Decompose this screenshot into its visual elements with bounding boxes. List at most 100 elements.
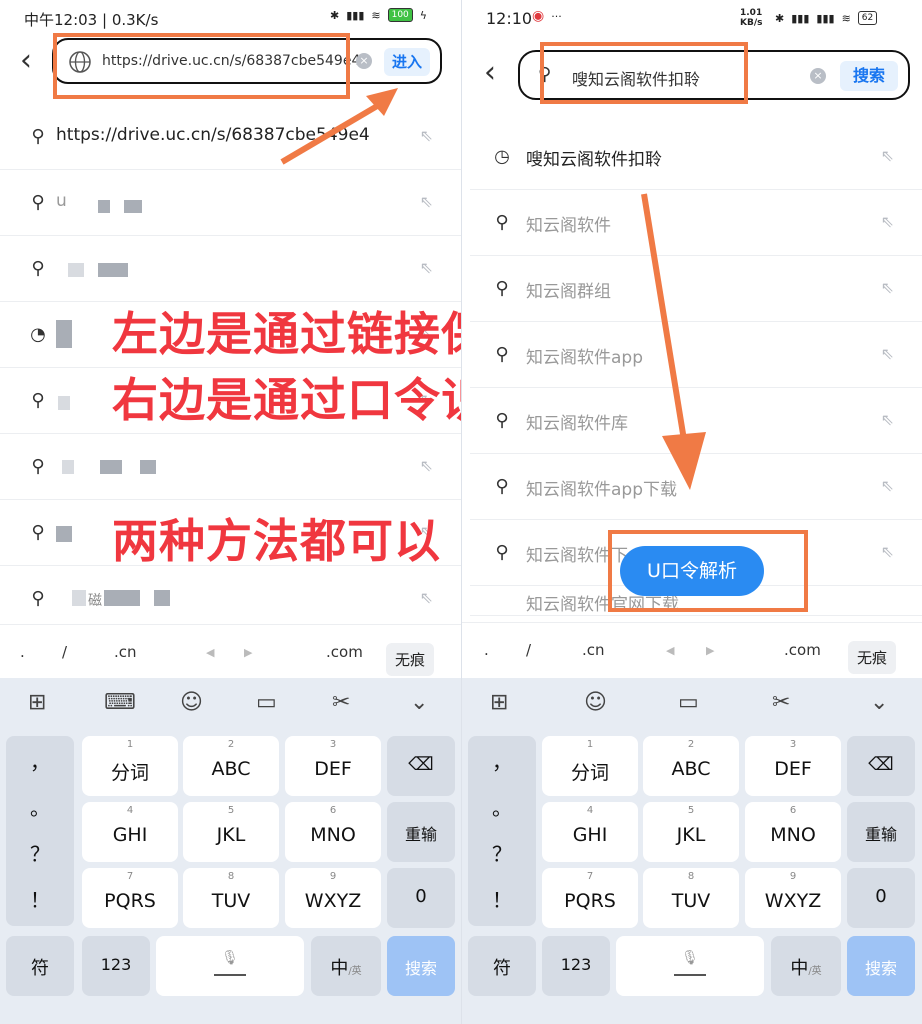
language-key[interactable]: 中/英 [311,936,381,996]
key-1[interactable]: 1 分词 [82,736,178,796]
key-2[interactable]: 2 ABC [183,736,279,796]
num-mode-key[interactable]: 123 [542,936,610,996]
punctuation-column[interactable]: ， 。 ？ ！ [6,736,74,926]
pointer-arrow-right [641,193,706,490]
key-num: 1 [126,739,134,750]
apps-grid-icon[interactable]: ⊞ [28,690,46,715]
arrow-head [662,432,706,490]
collapse-icon[interactable]: ⌄ [870,690,888,715]
blurred-text [58,396,70,410]
key-8[interactable]: 8 TUV [183,868,279,928]
backspace-key[interactable]: ⌫ [387,736,455,796]
symbols-key[interactable]: 符 [6,936,74,996]
list-item[interactable]: ⚲ 磁 ⇖ [0,566,461,632]
key-num: 3 [789,739,797,750]
key-9[interactable]: 9 WXYZ [285,868,381,928]
key-7[interactable]: 7 PQRS [542,868,638,928]
key-6[interactable]: 6 MNO [285,802,381,862]
scissors-icon[interactable]: ✂ [772,690,790,715]
cursor-left-icon[interactable]: ◀ [206,646,214,659]
symbols-key[interactable]: 符 [468,936,536,996]
keyboard-layout-icon[interactable]: ⌨ [104,690,136,715]
punc-question[interactable]: ？ [6,838,74,867]
cursor-left-icon[interactable]: ◀ [666,644,674,657]
domain-key-cn[interactable]: .cn [114,643,137,661]
clipboard-icon[interactable]: ▭ [678,690,699,715]
key-6[interactable]: 6 MNO [745,802,841,862]
key-3[interactable]: 3 DEF [745,736,841,796]
blurred-text [56,526,72,542]
incognito-button[interactable]: 无痕 [386,643,435,676]
emoji-icon[interactable]: ☺ [180,690,203,715]
domain-key-cn[interactable]: .cn [582,641,605,659]
key-8[interactable]: 8 TUV [643,868,739,928]
key-num: 5 [227,805,235,816]
key-label: WXYZ [304,890,362,912]
key-3[interactable]: 3 DEF [285,736,381,796]
num-mode-key[interactable]: 123 [82,936,150,996]
reenter-key[interactable]: 重输 [847,802,915,862]
search-key[interactable]: 搜索 [387,936,455,996]
blurred-text [72,590,86,606]
punc-exclaim[interactable]: ！ [468,884,536,913]
language-key[interactable]: 中/英 [771,936,841,996]
blurred-text [56,320,72,348]
space-key[interactable]: 🎙 [156,936,304,996]
reenter-key[interactable]: 重输 [387,802,455,862]
key-label: 分词 [110,762,149,784]
punc-period[interactable]: 。 [468,792,536,821]
fill-arrow-icon[interactable]: ⇖ [420,258,433,277]
domain-key-slash[interactable]: / [62,643,67,661]
punc-comma[interactable]: ， [468,746,536,775]
key-0[interactable]: 0 [387,868,455,928]
clipboard-icon[interactable]: ▭ [256,690,277,715]
search-icon: ⚲ [31,390,45,411]
key-label: 中/英 [771,954,841,980]
punc-period[interactable]: 。 [6,792,74,821]
key-label: 123 [100,955,132,974]
domain-key-dot[interactable]: . [484,641,489,659]
key-2[interactable]: 2 ABC [643,736,739,796]
scissors-icon[interactable]: ✂ [332,690,350,715]
space-bar-mark [214,974,246,976]
key-num: 8 [687,871,695,882]
key-label: 中/英 [311,954,381,980]
search-icon: ⚲ [31,456,45,477]
key-label: DEF [314,758,352,780]
punc-exclaim[interactable]: ！ [6,884,74,913]
fill-arrow-icon[interactable]: ⇖ [420,588,433,607]
apps-grid-icon[interactable]: ⊞ [490,690,508,715]
backspace-key[interactable]: ⌫ [847,736,915,796]
emoji-icon[interactable]: ☺ [584,690,607,715]
domain-key-com[interactable]: .com [326,643,363,661]
fill-arrow-icon[interactable]: ⇖ [881,542,894,561]
key-label: 符 [31,958,49,979]
list-item[interactable]: ⚲ ⇖ [0,434,461,500]
key-4[interactable]: 4 GHI [82,802,178,862]
collapse-icon[interactable]: ⌄ [410,690,428,715]
punctuation-column[interactable]: ， 。 ？ ！ [468,736,536,926]
punc-comma[interactable]: ， [6,746,74,775]
punc-question[interactable]: ？ [468,838,536,867]
space-key[interactable]: 🎙 [616,936,764,996]
key-1[interactable]: 1 分词 [542,736,638,796]
list-item[interactable]: ⚲ ⇖ [0,236,461,302]
cursor-right-icon[interactable]: ▶ [244,646,252,659]
key-num: 4 [586,805,594,816]
domain-key-com[interactable]: .com [784,641,821,659]
key-9[interactable]: 9 WXYZ [745,868,841,928]
domain-key-dot[interactable]: . [20,643,25,661]
key-4[interactable]: 4 GHI [542,802,638,862]
domain-key-slash[interactable]: / [526,641,531,659]
incognito-button[interactable]: 无痕 [848,641,897,674]
search-key[interactable]: 搜索 [847,936,915,996]
key-5[interactable]: 5 JKL [643,802,739,862]
key-0[interactable]: 0 [847,868,915,928]
pointer-arrow-left [280,88,398,165]
key-5[interactable]: 5 JKL [183,802,279,862]
fill-arrow-icon[interactable]: ⇖ [420,456,433,475]
keyboard: ⊞ ⌨ ☺ ▭ ✂ ⌄ ， 。 ？ ！ 1 分词 2 ABC 3 DEF ⌫ 4 GHI… [0,678,461,1024]
cursor-right-icon[interactable]: ▶ [706,644,714,657]
blurred-text [124,200,142,213]
key-7[interactable]: 7 PQRS [82,868,178,928]
